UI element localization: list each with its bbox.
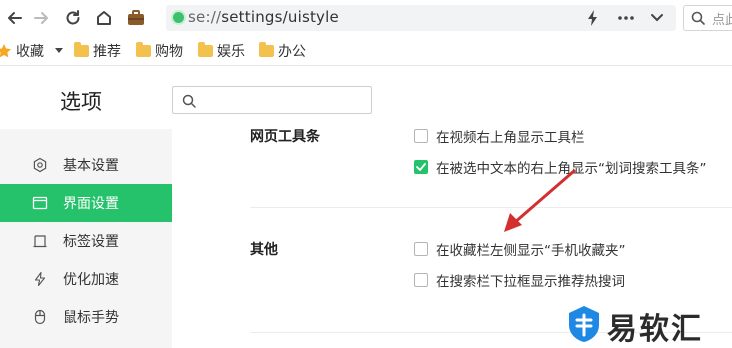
bookmark-folder-label: 购物 — [155, 44, 183, 60]
reload-icon — [66, 10, 80, 25]
sidebar-item-speed[interactable]: 优化加速 — [0, 260, 172, 298]
star-icon — [0, 44, 11, 58]
bookmark-folder-label: 办公 — [278, 44, 306, 60]
search-icon — [182, 94, 196, 108]
back-button[interactable] — [3, 6, 27, 30]
chevron-down-icon — [651, 14, 663, 22]
forward-button[interactable] — [29, 6, 53, 30]
tab-icon — [32, 233, 48, 249]
lightning-icon — [32, 271, 48, 287]
bookmark-folder[interactable]: 娱乐 — [198, 42, 245, 60]
folder-icon — [198, 42, 213, 57]
search-icon — [691, 11, 705, 25]
settings-sidebar: 基本设置 界面设置 标签设置 优化加速 鼠标手势 — [0, 129, 172, 348]
section-label-other: 其他 — [250, 242, 278, 258]
lightning-icon — [588, 10, 597, 26]
back-arrow-icon — [8, 12, 22, 24]
sidebar-item-label: 鼠标手势 — [63, 310, 119, 326]
bookmark-folder-label: 推荐 — [93, 44, 121, 60]
annotation-arrow-icon — [504, 169, 576, 232]
dropdown-button[interactable] — [645, 6, 669, 30]
more-dots-icon — [618, 16, 634, 20]
sidebar-item-label: 标签设置 — [63, 234, 119, 250]
sidebar-item-label: 界面设置 — [63, 196, 119, 212]
sidebar-item-label: 基本设置 — [63, 158, 119, 174]
forward-arrow-icon — [34, 12, 48, 24]
browser-window: se://settings/uistyle 点此 收藏 推荐 购物 娱乐 办公 … — [0, 0, 732, 348]
bookmark-folder-label: 娱乐 — [217, 44, 245, 60]
checkbox-checked[interactable] — [414, 160, 428, 174]
folder-icon — [259, 42, 274, 57]
sidebar-item-label: 优化加速 — [63, 272, 119, 288]
bookmarks-bar: 收藏 推荐 购物 娱乐 办公 — [0, 36, 732, 66]
option-hot-search[interactable]: 在搜索栏下拉框显示推荐热搜词 — [414, 270, 625, 290]
caret-down-icon — [55, 48, 63, 53]
settings-search-input[interactable] — [172, 86, 372, 114]
watermark-logo-icon — [569, 306, 599, 342]
briefcase-icon — [128, 10, 144, 25]
checkbox-unchecked[interactable] — [414, 273, 428, 287]
more-button[interactable] — [614, 6, 638, 30]
section-label-web-toolbar: 网页工具条 — [250, 129, 320, 145]
option-video-toolbar[interactable]: 在视频右上角显示工具栏 — [414, 129, 585, 146]
reload-button[interactable] — [61, 6, 85, 30]
address-scheme: se:// — [188, 8, 222, 26]
window-icon — [32, 195, 48, 211]
bookmark-folder[interactable]: 推荐 — [74, 42, 121, 60]
sidebar-item-basic[interactable]: 基本设置 — [0, 146, 172, 184]
bookmark-folder[interactable]: 购物 — [136, 42, 183, 60]
sidebar-item-gestures[interactable]: 鼠标手势 — [0, 298, 172, 336]
checkmark-icon — [416, 163, 426, 171]
address-path: settings/uistyle — [221, 8, 339, 26]
folder-icon — [136, 42, 151, 57]
favorites-label: 收藏 — [16, 44, 44, 60]
hexagon-gear-icon — [32, 157, 48, 173]
favorites-menu[interactable]: 收藏 — [0, 42, 64, 60]
home-button[interactable] — [92, 6, 116, 30]
sidebar-item-tabs[interactable]: 标签设置 — [0, 222, 172, 260]
bookmark-folder[interactable]: 办公 — [259, 42, 306, 60]
secure-page-icon — [173, 12, 184, 23]
web-search-placeholder: 点此 — [712, 13, 732, 28]
page-title: 选项 — [60, 90, 102, 114]
option-label: 在视频右上角显示工具栏 — [436, 130, 585, 146]
folder-icon — [74, 42, 89, 57]
lightning-button[interactable] — [581, 6, 605, 30]
sidebar-item-ui[interactable]: 界面设置 — [0, 184, 172, 222]
watermark-text: 易软汇 — [607, 312, 703, 347]
checkbox-unchecked[interactable] — [414, 129, 428, 143]
option-label: 在搜索栏下拉框显示推荐热搜词 — [436, 274, 625, 290]
browser-toolbar: se://settings/uistyle 点此 — [0, 0, 732, 36]
address-text[interactable]: se://settings/uistyle — [188, 8, 339, 26]
apps-button[interactable] — [124, 6, 148, 30]
checkbox-unchecked[interactable] — [414, 242, 428, 256]
home-icon — [97, 11, 111, 25]
mouse-icon — [32, 309, 48, 325]
